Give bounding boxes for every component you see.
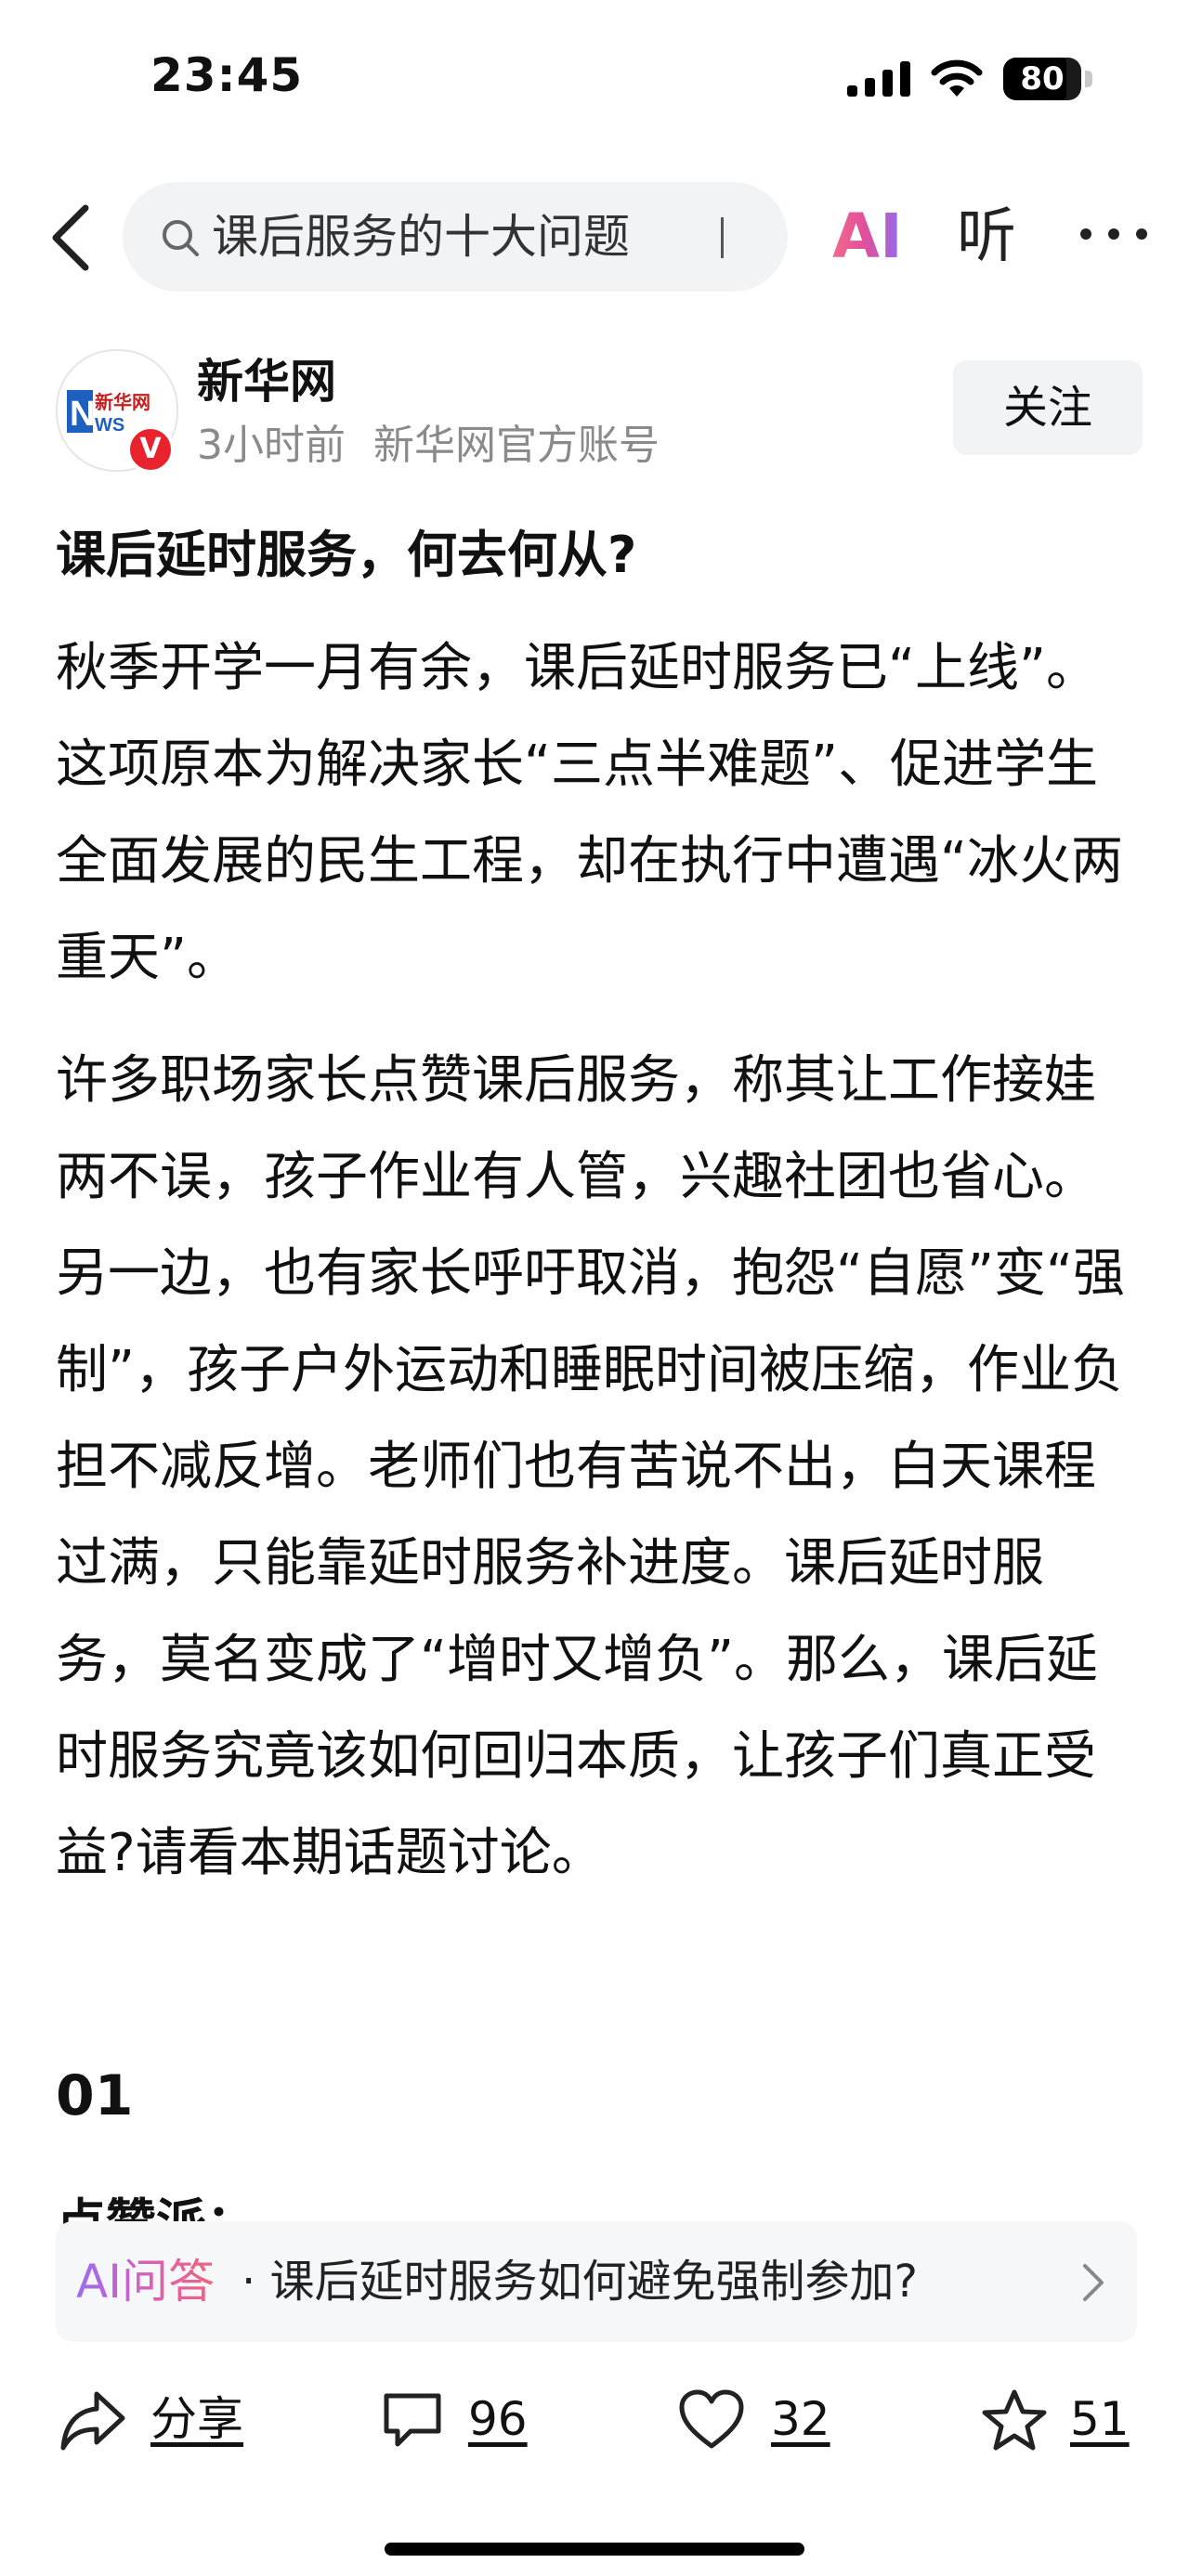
more-icon[interactable] (1078, 197, 1150, 271)
article-title: 课后延时服务，何去何从? (56, 526, 637, 584)
article-paragraph: 秋季开学一月有余，课后延时服务已“上线”。这项原本为解决家长“三点半难题”、促进… (56, 638, 1124, 988)
share-button[interactable]: 分享 (59, 2359, 264, 2479)
account-type: 新华网官方账号 (373, 422, 660, 469)
battery-percent: 80 (1020, 60, 1065, 98)
comment-count: 96 (468, 2392, 528, 2446)
share-icon (60, 2391, 125, 2451)
favorite-count: 51 (1070, 2392, 1130, 2446)
svg-text:WS: WS (95, 415, 124, 436)
ai-button[interactable]: AI (832, 195, 903, 279)
listen-button[interactable]: 听 (957, 195, 1016, 279)
author-row: N 新华网 WS V 新华网 3小时前 新华网官方账号 关注 (0, 349, 1189, 479)
ai-qa-tag: AI问答 (76, 2221, 215, 2342)
battery-cap (1085, 71, 1092, 87)
search-caret (721, 217, 724, 258)
like-button[interactable]: 32 (678, 2359, 864, 2479)
star-icon (982, 2389, 1047, 2451)
section-number: 01 (56, 2063, 134, 2128)
ai-question-text: · 课后延时服务如何避免强制参加? (242, 2221, 918, 2342)
favorite-button[interactable]: 51 (981, 2359, 1148, 2479)
top-nav-bar: 课后服务的十大问题 AI 听 (0, 176, 1189, 297)
signal-icon (847, 61, 910, 97)
author-name[interactable]: 新华网 (197, 349, 336, 414)
search-input[interactable]: 课后服务的十大问题 (123, 182, 788, 292)
search-query-text: 课后服务的十大问题 (212, 210, 630, 264)
ai-qa-question: 课后延时服务如何避免强制参加? (269, 2256, 919, 2308)
ai-question-bar[interactable]: AI问答 · 课后延时服务如何避免强制参加? (56, 2221, 1137, 2342)
verified-badge: V (126, 425, 175, 474)
status-time: 23:45 (150, 48, 304, 102)
back-arrow-icon[interactable] (45, 202, 97, 273)
avatar-logo-text: 新华网 (95, 391, 150, 413)
battery-icon: 80 (1003, 58, 1092, 100)
ai-qa-separator: · (242, 2256, 256, 2308)
post-time: 3小时前 (197, 422, 346, 469)
status-bar: 23:45 80 (0, 0, 1189, 158)
heart-icon (679, 2389, 744, 2449)
search-icon (163, 220, 199, 256)
like-count: 32 (771, 2392, 830, 2446)
share-label: 分享 (150, 2392, 243, 2446)
home-indicator[interactable] (385, 2543, 804, 2556)
comment-button[interactable]: 96 (379, 2359, 565, 2479)
bottom-action-bar: 分享 96 32 51 (0, 2359, 1189, 2479)
article-body: 课后延时服务，何去何从? 秋季开学一月有余，课后延时服务已“上线”。这项原本为解… (56, 509, 1137, 1928)
author-meta: 3小时前 新华网官方账号 (197, 418, 687, 474)
article-paragraph: 许多职场家长点赞课后服务，称其让工作接娃两不误，孩子作业有人管，兴趣社团也省心。… (56, 1050, 1126, 1883)
comment-icon (384, 2393, 441, 2447)
follow-button[interactable]: 关注 (953, 360, 1143, 455)
wifi-icon (931, 59, 983, 97)
svg-text:N: N (70, 395, 95, 434)
chevron-right-icon (1083, 2264, 1104, 2301)
